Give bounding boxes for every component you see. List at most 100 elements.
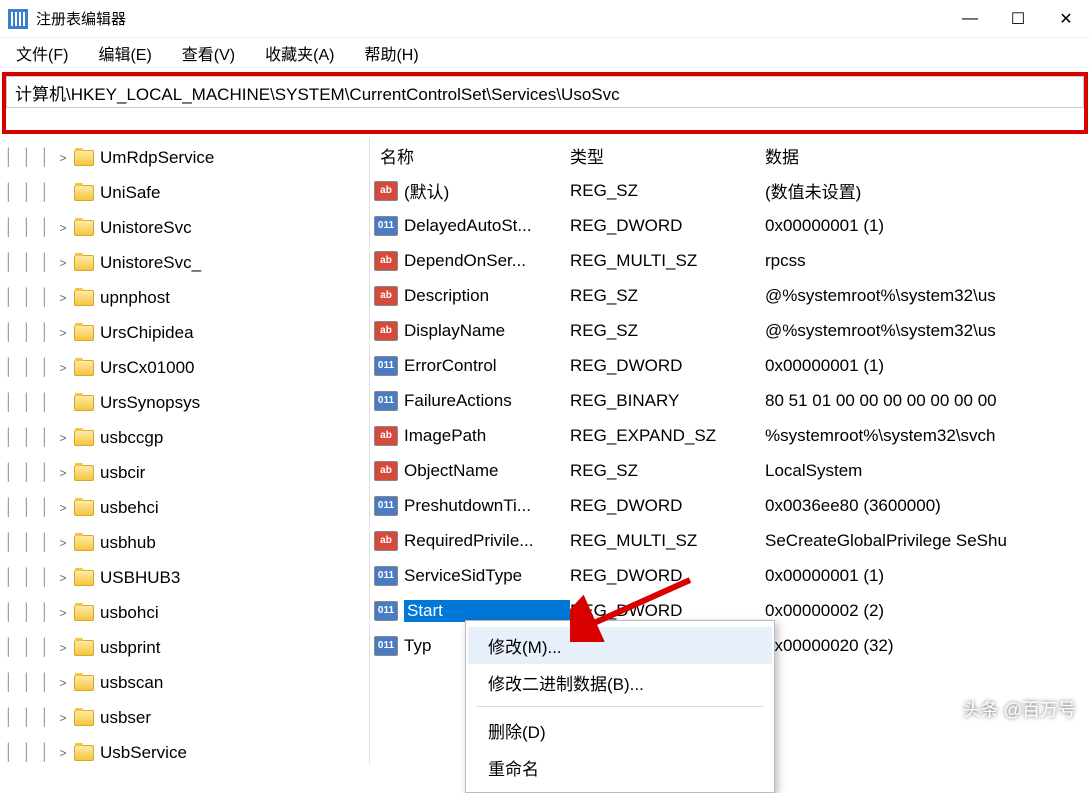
ctx-modify[interactable]: 修改(M)... xyxy=(468,627,772,664)
folder-icon xyxy=(74,465,94,481)
reg-bin-icon: 011 xyxy=(374,566,398,586)
value-type: REG_MULTI_SZ xyxy=(570,531,765,551)
value-row[interactable]: ab(默认)REG_SZ(数值未设置) xyxy=(370,173,1090,208)
expander-icon[interactable]: > xyxy=(54,326,72,340)
value-row[interactable]: abObjectNameREG_SZLocalSystem xyxy=(370,453,1090,488)
expander-icon[interactable]: > xyxy=(54,291,72,305)
expander-icon[interactable]: > xyxy=(54,431,72,445)
tree-item[interactable]: │││>UrsCx01000 xyxy=(0,350,369,385)
value-data: @%systemroot%\system32\us xyxy=(765,286,1090,306)
tree-item[interactable]: │││>usbehci xyxy=(0,490,369,525)
value-name: (默认) xyxy=(404,178,570,203)
ctx-rename[interactable]: 重命名 xyxy=(468,749,772,786)
tree-item[interactable]: │││>UnistoreSvc_ xyxy=(0,245,369,280)
reg-bin-icon: 011 xyxy=(374,391,398,411)
reg-sz-icon: ab xyxy=(374,251,398,271)
value-row[interactable]: 011PreshutdownTi...REG_DWORD0x0036ee80 (… xyxy=(370,488,1090,523)
tree-label: upnphost xyxy=(100,288,170,308)
menubar: 文件(F) 编辑(E) 查看(V) 收藏夹(A) 帮助(H) xyxy=(0,38,1090,68)
tree-item[interactable]: │││>usbscan xyxy=(0,665,369,700)
col-type[interactable]: 类型 xyxy=(570,143,765,168)
value-data: 0x00000001 (1) xyxy=(765,356,1090,376)
folder-icon xyxy=(74,745,94,761)
expander-icon[interactable]: > xyxy=(54,571,72,585)
tree-label: usbhub xyxy=(100,533,156,553)
menu-edit[interactable]: 编辑(E) xyxy=(94,39,155,67)
menu-help[interactable]: 帮助(H) xyxy=(360,39,422,67)
tree-item[interactable]: │││>UnistoreSvc xyxy=(0,210,369,245)
value-data: 80 51 01 00 00 00 00 00 00 00 xyxy=(765,391,1090,411)
value-row[interactable]: 011DelayedAutoSt...REG_DWORD0x00000001 (… xyxy=(370,208,1090,243)
tree-item[interactable]: │││>usbprint xyxy=(0,630,369,665)
tree-label: usbccgp xyxy=(100,428,163,448)
tree-item[interactable]: │││>usbccgp xyxy=(0,420,369,455)
expander-icon[interactable]: > xyxy=(54,221,72,235)
minimize-button[interactable]: — xyxy=(946,0,994,37)
tree-item[interactable]: │││>upnphost xyxy=(0,280,369,315)
reg-sz-icon: ab xyxy=(374,426,398,446)
expander-icon[interactable]: > xyxy=(54,256,72,270)
col-name[interactable]: 名称 xyxy=(370,143,570,168)
menu-file[interactable]: 文件(F) xyxy=(12,39,72,67)
maximize-button[interactable]: ☐ xyxy=(994,0,1042,37)
ctx-modify-binary[interactable]: 修改二进制数据(B)... xyxy=(468,664,772,701)
value-type: REG_MULTI_SZ xyxy=(570,251,765,271)
value-row[interactable]: 011FailureActionsREG_BINARY80 51 01 00 0… xyxy=(370,383,1090,418)
tree-item[interactable]: │││>UmRdpService xyxy=(0,140,369,175)
folder-icon xyxy=(74,150,94,166)
expander-icon[interactable]: > xyxy=(54,536,72,550)
expander-icon[interactable]: > xyxy=(54,501,72,515)
expander-icon[interactable]: > xyxy=(54,606,72,620)
tree-item[interactable]: │││>usbhub xyxy=(0,525,369,560)
window-controls: — ☐ ✕ xyxy=(946,0,1090,37)
expander-icon[interactable] xyxy=(54,396,72,410)
folder-icon xyxy=(74,605,94,621)
tree-label: UnistoreSvc xyxy=(100,218,192,238)
tree-label: usbohci xyxy=(100,603,159,623)
value-type: REG_SZ xyxy=(570,321,765,341)
expander-icon[interactable]: > xyxy=(54,711,72,725)
value-row[interactable]: 011ServiceSidTypeREG_DWORD0x00000001 (1) xyxy=(370,558,1090,593)
tree-item[interactable]: │││>UsbService xyxy=(0,735,369,764)
expander-icon[interactable]: > xyxy=(54,466,72,480)
tree-label: usbser xyxy=(100,708,151,728)
tree-label: UsbService xyxy=(100,743,187,763)
value-type: REG_DWORD xyxy=(570,566,765,586)
tree-item[interactable]: │││ UrsSynopsys xyxy=(0,385,369,420)
menu-favorites[interactable]: 收藏夹(A) xyxy=(261,39,338,67)
expander-icon[interactable]: > xyxy=(54,361,72,375)
ctx-delete[interactable]: 删除(D) xyxy=(468,712,772,749)
value-row[interactable]: 011ErrorControlREG_DWORD0x00000001 (1) xyxy=(370,348,1090,383)
tree-item[interactable]: │││>UrsChipidea xyxy=(0,315,369,350)
tree-item[interactable]: │││>usbohci xyxy=(0,595,369,630)
address-bar[interactable] xyxy=(6,76,1084,108)
expander-icon[interactable] xyxy=(54,186,72,200)
value-name: Description xyxy=(404,286,570,306)
tree-panel[interactable]: │││>UmRdpService│││ UniSafe │││>UnistoreS… xyxy=(0,138,370,764)
tree-item[interactable]: │││ UniSafe xyxy=(0,175,369,210)
expander-icon[interactable]: > xyxy=(54,151,72,165)
value-name: ObjectName xyxy=(404,461,570,481)
col-data[interactable]: 数据 xyxy=(765,143,1090,168)
folder-icon xyxy=(74,570,94,586)
value-row[interactable]: abImagePathREG_EXPAND_SZ%systemroot%\sys… xyxy=(370,418,1090,453)
menu-view[interactable]: 查看(V) xyxy=(178,39,239,67)
folder-icon xyxy=(74,710,94,726)
expander-icon[interactable]: > xyxy=(54,676,72,690)
value-name: DisplayName xyxy=(404,321,570,341)
value-row[interactable]: abDescriptionREG_SZ@%systemroot%\system3… xyxy=(370,278,1090,313)
reg-bin-icon: 011 xyxy=(374,356,398,376)
value-row[interactable]: abRequiredPrivile...REG_MULTI_SZSeCreate… xyxy=(370,523,1090,558)
folder-icon xyxy=(74,430,94,446)
tree-item[interactable]: │││>usbser xyxy=(0,700,369,735)
tree-label: USBHUB3 xyxy=(100,568,180,588)
value-name: RequiredPrivile... xyxy=(404,531,570,551)
tree-item[interactable]: │││>USBHUB3 xyxy=(0,560,369,595)
reg-sz-icon: ab xyxy=(374,181,398,201)
close-button[interactable]: ✕ xyxy=(1042,0,1090,37)
value-row[interactable]: abDisplayNameREG_SZ@%systemroot%\system3… xyxy=(370,313,1090,348)
tree-item[interactable]: │││>usbcir xyxy=(0,455,369,490)
value-row[interactable]: abDependOnSer...REG_MULTI_SZrpcss xyxy=(370,243,1090,278)
expander-icon[interactable]: > xyxy=(54,641,72,655)
expander-icon[interactable]: > xyxy=(54,746,72,760)
